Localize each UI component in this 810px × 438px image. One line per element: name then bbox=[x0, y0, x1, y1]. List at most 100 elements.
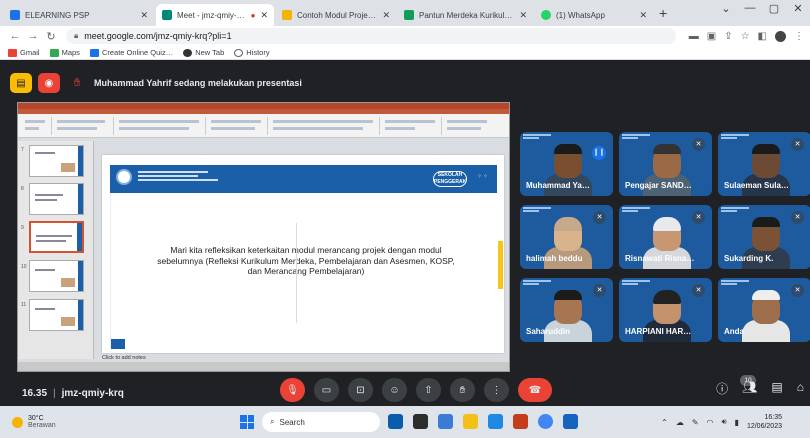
store-icon[interactable] bbox=[488, 414, 503, 429]
cloud-icon[interactable]: ☁ bbox=[676, 418, 684, 427]
ppt-ribbon bbox=[18, 114, 509, 138]
meeting-code[interactable]: jmz-qmiy-krq bbox=[62, 388, 124, 399]
participant-tile[interactable]: ✕ Risnawati Risna… bbox=[619, 205, 712, 269]
close-window-icon[interactable]: ✕ bbox=[786, 2, 810, 15]
share-icon[interactable]: ⇪ bbox=[724, 31, 732, 42]
pen-icon[interactable]: ✎ bbox=[692, 418, 699, 427]
bookmark-history[interactable]: History bbox=[234, 48, 270, 57]
participant-tile[interactable]: ✕ Pengajar SAND… bbox=[619, 132, 712, 196]
back-icon[interactable]: ← bbox=[6, 30, 24, 42]
mic-off-icon: 🎙︎ bbox=[286, 384, 299, 396]
activities-icon[interactable]: ⌂ bbox=[797, 380, 804, 397]
tab-search-icon[interactable]: ⌄ bbox=[714, 2, 738, 15]
captions-button[interactable]: ⊡ bbox=[348, 378, 373, 402]
more-icon: ⋮ bbox=[491, 384, 502, 396]
meeting-controls: 🎙︎ ▭ ⊡ ☺ ⇧ ✋︎ ⋮ ☎︎ bbox=[280, 378, 552, 402]
info-icon[interactable]: ⓘ bbox=[716, 380, 728, 397]
tab-pantun[interactable]: Pantun Merdeka Kurikulu… ✕ bbox=[398, 4, 533, 26]
bookmark-label: New Tab bbox=[195, 48, 225, 57]
participant-name: Risnawati Risna… bbox=[625, 254, 695, 263]
folder-icon[interactable] bbox=[463, 414, 478, 429]
slide-thumb[interactable] bbox=[29, 183, 84, 215]
participant-tile[interactable]: ✕ HARPIANI HAR… bbox=[619, 278, 712, 342]
participant-tile[interactable]: ✕ Sukarding K. bbox=[718, 205, 810, 269]
close-icon[interactable]: ✕ bbox=[260, 10, 268, 21]
close-icon[interactable]: ✕ bbox=[140, 10, 148, 21]
translate-icon[interactable]: ▣ bbox=[707, 31, 716, 42]
volume-icon[interactable]: 🔊︎ bbox=[722, 417, 727, 427]
bookmark-newtab[interactable]: New Tab bbox=[183, 48, 224, 57]
app-icon[interactable] bbox=[563, 414, 578, 429]
slide-thumb[interactable] bbox=[29, 299, 84, 331]
menu-icon[interactable]: ⋮ bbox=[794, 31, 804, 42]
minimize-icon[interactable]: — bbox=[738, 2, 762, 15]
browser-toolbar: ← → ↻ 🔒︎ meet.google.com/jmz-qmiy-krq?pl… bbox=[0, 26, 810, 46]
participant-tile[interactable]: ❙❙ Muhammad Ya… bbox=[520, 132, 613, 196]
participant-name: Saharuddin bbox=[526, 327, 571, 336]
app-icon[interactable] bbox=[438, 414, 453, 429]
taskbar-search[interactable]: ⌕ Search bbox=[262, 412, 380, 432]
star-icon[interactable]: ☆ bbox=[741, 31, 750, 42]
slide-text: Mari kita refleksikan keterkaitan modul … bbox=[157, 245, 455, 276]
windows-taskbar: 30°C Berawan ⌕ Search ⌃ ☁ ✎ ◠ 🔊︎ ▮ 16:35 1… bbox=[0, 406, 810, 438]
layout-button[interactable]: ▤ bbox=[10, 73, 32, 93]
participant-tile[interactable]: ✕ Sulaeman Sula… bbox=[718, 132, 810, 196]
weather-widget[interactable]: 30°C Berawan bbox=[12, 415, 56, 429]
end-call-button[interactable]: ☎︎ bbox=[518, 378, 552, 402]
close-icon[interactable]: ✕ bbox=[382, 10, 390, 21]
mic-off-icon: ✕ bbox=[692, 284, 705, 297]
start-windows-icon[interactable] bbox=[240, 415, 254, 429]
bookmark-quiz[interactable]: Create Online Quiz… bbox=[89, 48, 173, 57]
slide-thumb[interactable] bbox=[29, 260, 84, 292]
close-icon[interactable]: ✕ bbox=[519, 10, 527, 21]
people-icon[interactable]: 👥︎ bbox=[742, 380, 757, 397]
gmail-icon bbox=[8, 48, 17, 57]
close-icon[interactable]: ✕ bbox=[639, 10, 647, 21]
profile-avatar[interactable] bbox=[775, 30, 786, 42]
presentation-bar: ▤ ◉ ✋︎ Muhammad Yahrif sedang melakukan … bbox=[10, 73, 302, 93]
tab-elearning[interactable]: ELEARNING PSP ✕ bbox=[4, 4, 154, 26]
restore-icon[interactable]: ▢ bbox=[762, 2, 786, 15]
slide-notes[interactable]: Click to add notes bbox=[102, 355, 146, 361]
new-tab-button[interactable]: + bbox=[659, 5, 667, 21]
wifi-icon[interactable]: ◠ bbox=[707, 418, 714, 427]
camera-indicator-icon[interactable]: ▬ bbox=[689, 31, 699, 42]
present-button[interactable]: ⇧ bbox=[416, 378, 441, 402]
address-bar[interactable]: 🔒︎ meet.google.com/jmz-qmiy-krq?pli=1 bbox=[66, 28, 676, 44]
raise-hand-button[interactable]: ✋︎ bbox=[450, 378, 475, 402]
slide-thumb-selected[interactable] bbox=[29, 221, 84, 253]
tab-whatsapp[interactable]: (1) WhatsApp ✕ bbox=[535, 4, 653, 26]
whatsapp-icon bbox=[541, 10, 551, 20]
captions-icon: ⊡ bbox=[356, 384, 365, 396]
clock[interactable]: 16:35 12/06/2023 bbox=[747, 413, 782, 431]
participant-tile[interactable]: ✕ halimah beddu bbox=[520, 205, 613, 269]
bookmark-gmail[interactable]: Gmail bbox=[8, 48, 40, 57]
camera-toggle-button[interactable]: ▭ bbox=[314, 378, 339, 402]
participant-tile[interactable]: ✕ Saharuddin bbox=[520, 278, 613, 342]
stop-presenting-button[interactable]: ◉ bbox=[38, 73, 60, 93]
bookmarks-bar: Gmail Maps Create Online Quiz… New Tab H… bbox=[0, 46, 810, 60]
slide-thumb[interactable] bbox=[29, 145, 84, 177]
reload-icon[interactable]: ↻ bbox=[42, 30, 60, 43]
sidepanel-icon[interactable]: ◧ bbox=[758, 31, 767, 42]
tab-contoh-modul[interactable]: Contoh Modul Projek_Ko… ✕ bbox=[276, 4, 396, 26]
participant-tile-self[interactable]: ✕ Anda bbox=[718, 278, 810, 342]
presenting-text: Muhammad Yahrif sedang melakukan present… bbox=[94, 78, 302, 88]
reactions-button[interactable]: ☺ bbox=[382, 378, 407, 402]
powerpoint-icon[interactable] bbox=[513, 414, 528, 429]
bookmark-maps[interactable]: Maps bbox=[49, 48, 80, 57]
tab-meet[interactable]: Meet - jmz-qmiy-krq ● ✕ bbox=[156, 4, 274, 26]
ppt-statusbar bbox=[18, 362, 509, 371]
more-options-button[interactable]: ⋮ bbox=[484, 378, 509, 402]
chat-icon[interactable]: ▤ bbox=[771, 380, 782, 397]
mic-toggle-button[interactable]: 🎙︎ bbox=[280, 378, 305, 402]
chevron-up-icon[interactable]: ⌃ bbox=[661, 418, 668, 427]
app-icon[interactable] bbox=[388, 414, 403, 429]
battery-icon[interactable]: ▮ bbox=[735, 418, 739, 427]
slide-accent bbox=[498, 241, 503, 289]
search-placeholder: Search bbox=[279, 417, 305, 427]
bookmark-label: Gmail bbox=[20, 48, 40, 57]
app-icon[interactable] bbox=[413, 414, 428, 429]
chrome-icon[interactable] bbox=[538, 414, 553, 429]
forward-icon[interactable]: → bbox=[24, 30, 42, 42]
